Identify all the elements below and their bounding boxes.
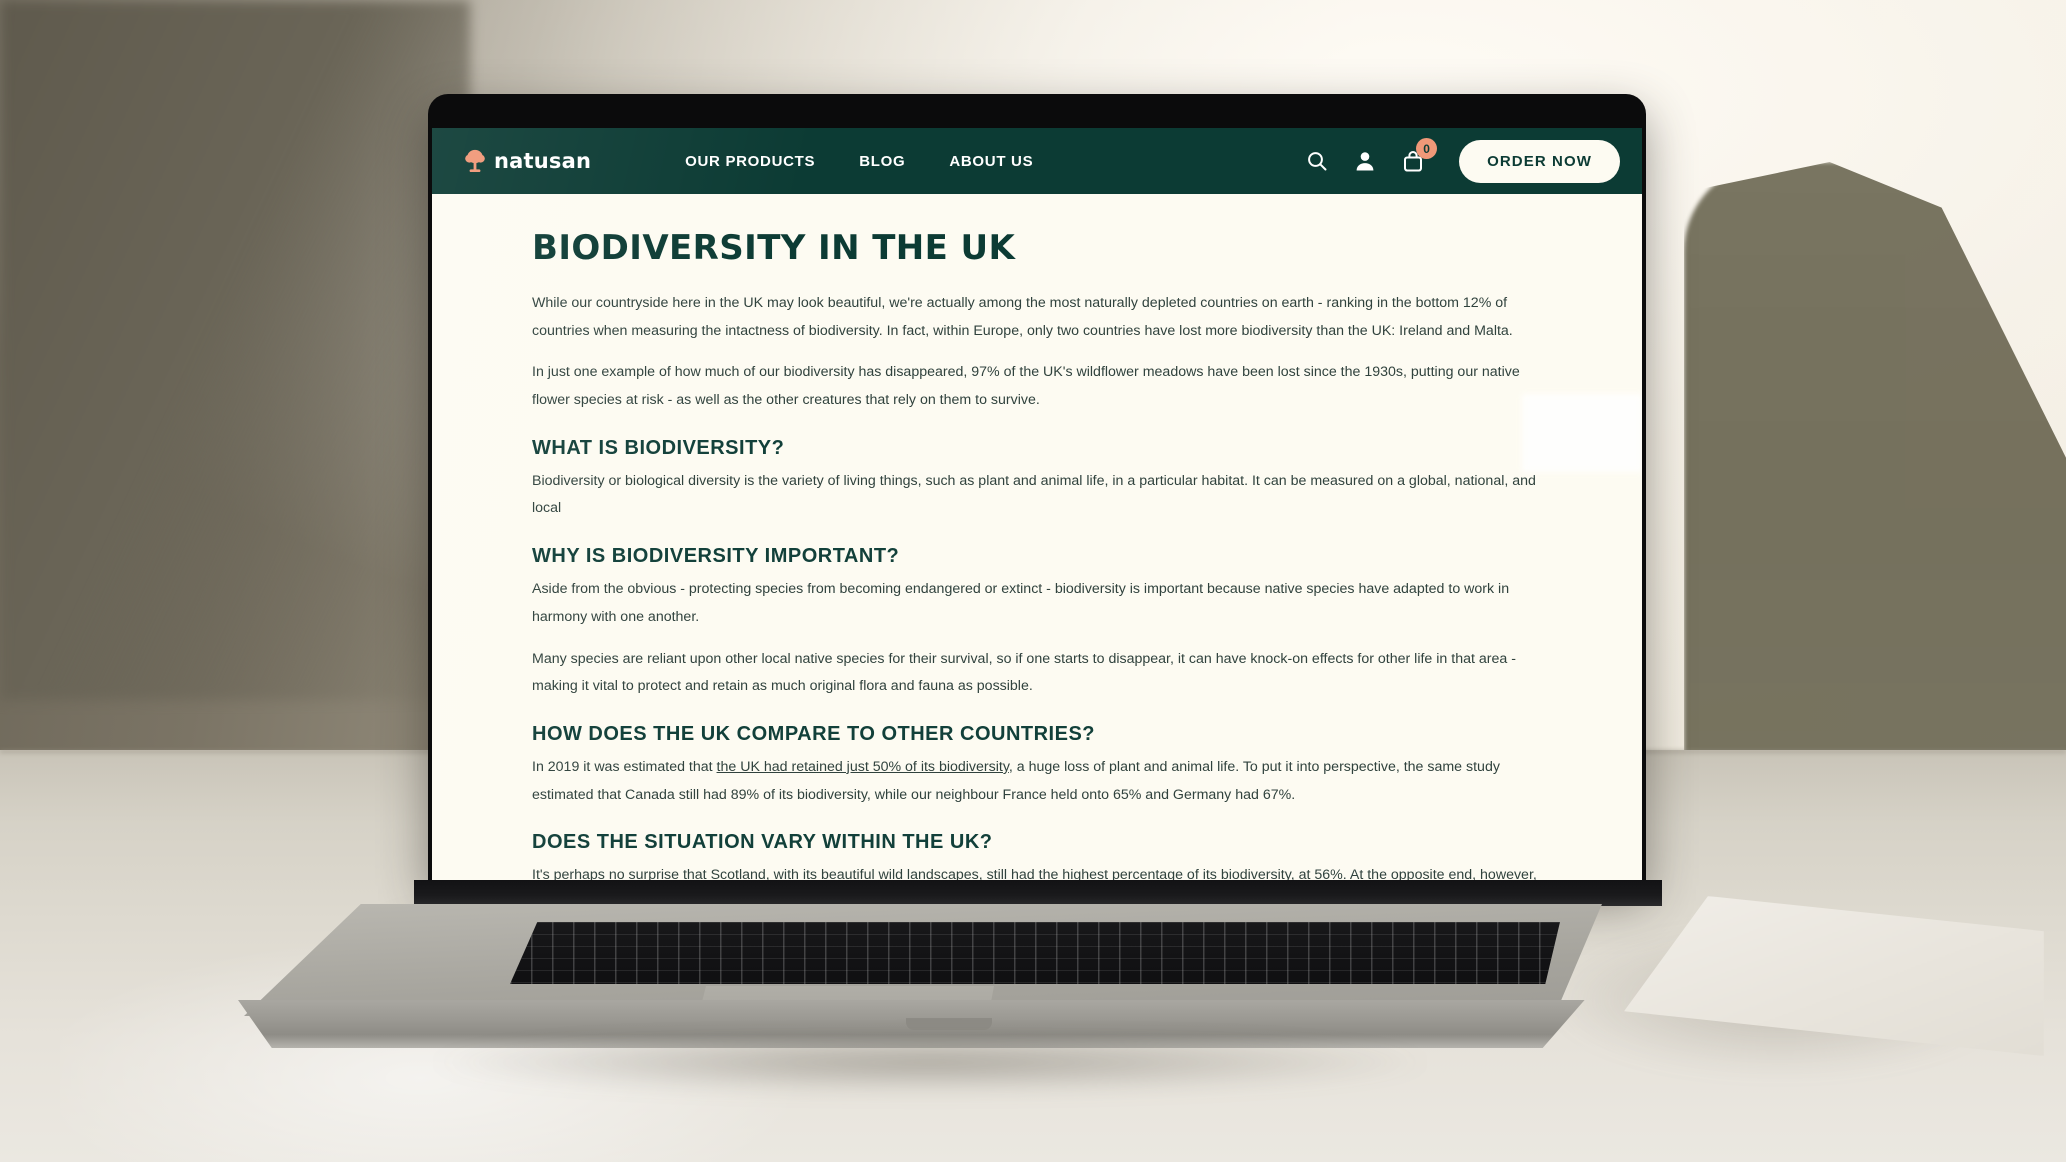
section-paragraph-why-important-1: Aside from the obvious - protecting spec…	[532, 581, 1510, 625]
intro-paragraph-1: While our countryside here in the UK may…	[532, 295, 1513, 339]
section-heading-within-uk: DOES THE SITUATION VARY WITHIN THE UK?	[532, 831, 993, 854]
laptop-keyboard	[510, 922, 1560, 984]
brand-logo[interactable]: natusan	[464, 148, 591, 174]
keyboard-keys	[510, 922, 1560, 984]
search-icon[interactable]	[1305, 149, 1329, 173]
nav-actions: 0 ORDER NOW	[1305, 138, 1620, 183]
section-paragraph-why-important-2: Many species are reliant upon other loca…	[532, 650, 1516, 695]
laptop-screen: natusan OUR PRODUCTS BLOG ABOUT US 0 ORD…	[432, 128, 1642, 880]
shopping-bag-icon[interactable]: 0	[1401, 138, 1438, 173]
nav-item-blog[interactable]: BLOG	[859, 153, 905, 170]
section-heading-what-is-biodiversity: WHAT IS BIODIVERSITY?	[532, 436, 785, 459]
uk-compare-text-before: In 2019 it was estimated that	[532, 758, 717, 775]
article: BIODIVERSITY IN THE UK While our country…	[532, 194, 1542, 880]
order-now-button[interactable]: ORDER NOW	[1459, 139, 1620, 183]
intro-paragraph-2: In just one example of how much of our b…	[532, 364, 1520, 409]
section-heading-uk-compare: HOW DOES THE UK COMPARE TO OTHER COUNTRI…	[532, 722, 1095, 745]
cart-count-badge: 0	[1416, 138, 1438, 159]
nav-item-about-us[interactable]: ABOUT US	[949, 153, 1033, 170]
page-right-panel	[1522, 394, 1642, 472]
site-navbar: natusan OUR PRODUCTS BLOG ABOUT US 0 ORD…	[432, 128, 1642, 194]
section-paragraph-within-uk: It's perhaps no surprise that Scotland, …	[532, 867, 1537, 880]
page-title: BIODIVERSITY IN THE UK	[532, 228, 1016, 268]
photo-scene: natusan OUR PRODUCTS BLOG ABOUT US 0 ORD…	[0, 0, 2066, 1162]
brand-name: natusan	[494, 149, 592, 173]
section-heading-why-important: WHY IS BIODIVERSITY IMPORTANT?	[532, 545, 900, 568]
biodiversity-study-link[interactable]: the UK had retained just 50% of its biod…	[717, 759, 1009, 775]
laptop-base-shadow	[250, 1040, 1610, 1120]
primary-nav: OUR PRODUCTS BLOG ABOUT US	[685, 153, 1033, 170]
page-body: BIODIVERSITY IN THE UK While our country…	[432, 194, 1642, 880]
laptop: natusan OUR PRODUCTS BLOG ABOUT US 0 ORD…	[0, 0, 2066, 1162]
user-icon[interactable]	[1353, 149, 1377, 173]
laptop-front-notch	[906, 1018, 992, 1030]
section-paragraph-uk-compare: In 2019 it was estimated that the UK had…	[532, 754, 1542, 809]
section-paragraph-what-is-biodiversity: Biodiversity or biological diversity is …	[532, 472, 1536, 517]
laptop-hinge	[414, 880, 1662, 906]
nav-item-our-products[interactable]: OUR PRODUCTS	[685, 153, 815, 170]
tree-icon	[464, 148, 486, 174]
